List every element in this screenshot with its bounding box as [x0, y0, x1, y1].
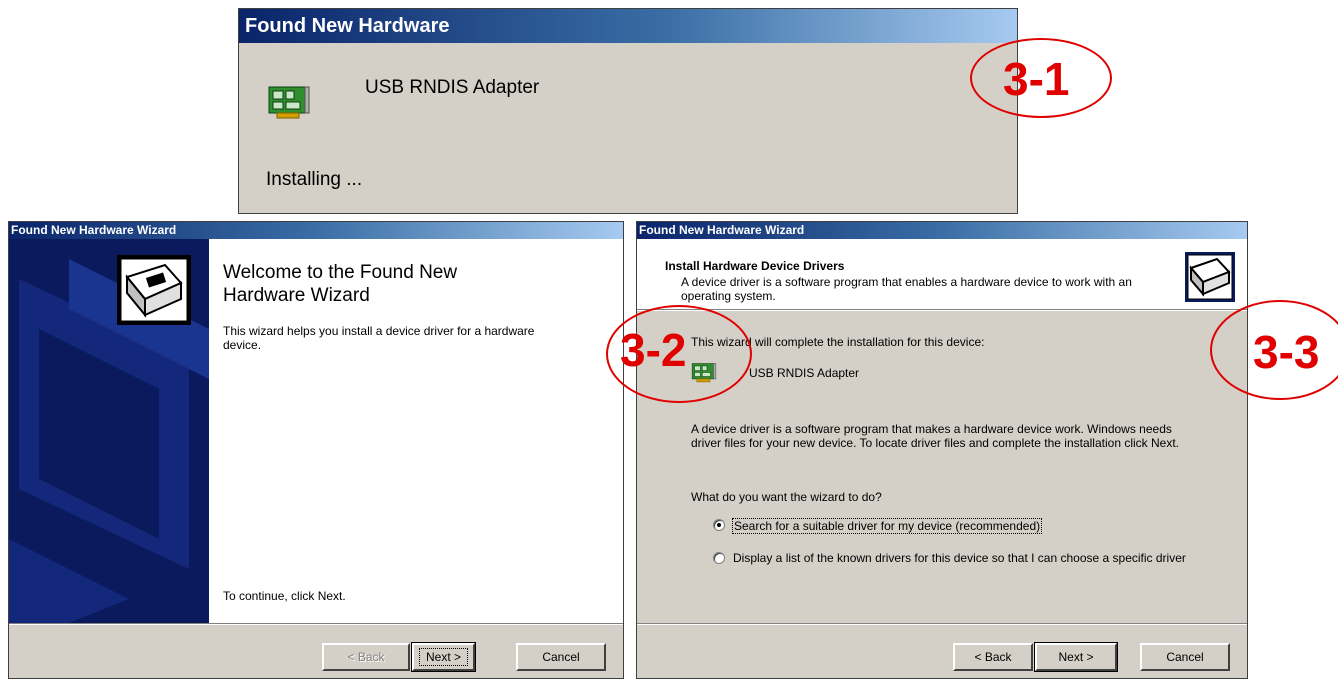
install-header-subtitle: A device driver is a software program th… [681, 275, 1132, 303]
hardware-wizard-icon [1185, 252, 1235, 307]
annotation-label-3-2: 3-2 [620, 324, 687, 376]
found-new-hardware-popup: Found New Hardware USB RNDIS Adapter Ins… [238, 8, 1018, 214]
welcome-heading: Welcome to the Found New Hardware Wizard [223, 262, 458, 306]
install-device-name: USB RNDIS Adapter [749, 366, 860, 380]
search-driver-radio[interactable] [713, 519, 725, 531]
welcome-content-panel: Welcome to the Found New Hardware Wizard… [209, 239, 623, 623]
welcome-wizard-title: Found New Hardware Wizard [9, 222, 623, 239]
install-header-title: Install Hardware Device Drivers [665, 259, 845, 273]
popup-device-name: USB RNDIS Adapter [365, 77, 540, 98]
install-next-button[interactable]: Next > [1034, 642, 1118, 672]
install-description: A device driver is a software program th… [691, 422, 1179, 450]
install-header-separator [637, 309, 1247, 311]
welcome-wizard-window: Found New Hardware Wizard Welcome to the… [8, 221, 624, 679]
hardware-wizard-icon [117, 255, 191, 330]
install-question: What do you want the wizard to do? [691, 490, 882, 504]
welcome-separator [9, 623, 623, 625]
install-wizard-window: Found New Hardware Wizard Install Hardwa… [636, 221, 1248, 679]
welcome-continue-text: To continue, click Next. [223, 589, 346, 603]
install-header-panel: Install Hardware Device Drivers A device… [637, 239, 1247, 309]
display-list-label[interactable]: Display a list of the known drivers for … [733, 551, 1203, 565]
display-list-radio[interactable] [713, 552, 725, 564]
network-card-icon [267, 83, 311, 128]
popup-title: Found New Hardware [239, 9, 1017, 43]
welcome-back-button[interactable]: < Back [322, 643, 410, 671]
annotation-label-3-3: 3-3 [1253, 326, 1320, 378]
welcome-body: This wizard helps you install a device d… [223, 324, 535, 352]
install-wizard-title: Found New Hardware Wizard [637, 222, 1247, 239]
install-back-button[interactable]: < Back [953, 643, 1033, 671]
welcome-cancel-button[interactable]: Cancel [516, 643, 606, 671]
welcome-next-button[interactable]: Next > [411, 642, 476, 672]
annotation-label-3-1: 3-1 [1003, 53, 1070, 105]
search-driver-label[interactable]: Search for a suitable driver for my devi… [732, 518, 1043, 534]
install-separator [637, 623, 1247, 625]
install-cancel-button[interactable]: Cancel [1140, 643, 1230, 671]
popup-status: Installing ... [266, 169, 363, 190]
